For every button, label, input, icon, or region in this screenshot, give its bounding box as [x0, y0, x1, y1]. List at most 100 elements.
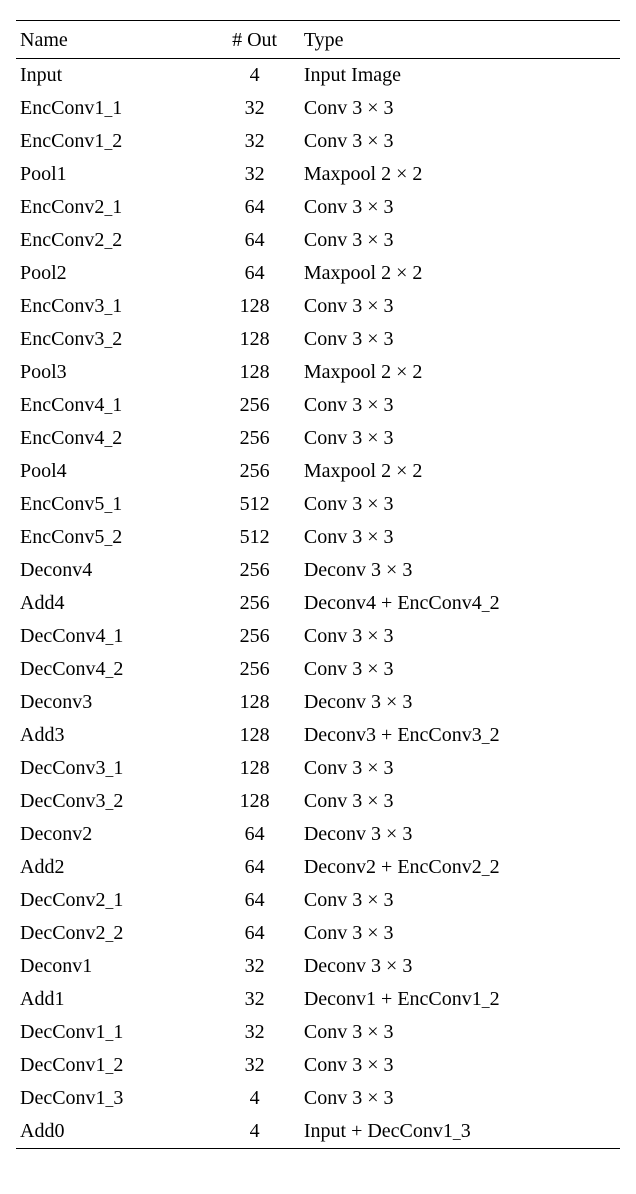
cell-out: 32 — [209, 158, 300, 191]
cell-name: DecConv4_2 — [16, 653, 209, 686]
table-container: Name # Out Type Input4Input ImageEncConv… — [16, 20, 620, 1149]
cell-type: Maxpool 2 × 2 — [300, 158, 620, 191]
table-row: EncConv2_164Conv 3 × 3 — [16, 191, 620, 224]
cell-type: Conv 3 × 3 — [300, 884, 620, 917]
cell-name: EncConv1_1 — [16, 92, 209, 125]
cell-name: DecConv2_2 — [16, 917, 209, 950]
cell-type: Deconv 3 × 3 — [300, 686, 620, 719]
cell-out: 32 — [209, 1049, 300, 1082]
cell-name: DecConv1_2 — [16, 1049, 209, 1082]
table-row: Add3128Deconv3 + EncConv3_2 — [16, 719, 620, 752]
header-type: Type — [300, 21, 620, 59]
table-row: DecConv4_2256Conv 3 × 3 — [16, 653, 620, 686]
table-row: DecConv3_1128Conv 3 × 3 — [16, 752, 620, 785]
cell-out: 256 — [209, 653, 300, 686]
cell-type: Deconv1 + EncConv1_2 — [300, 983, 620, 1016]
cell-type: Conv 3 × 3 — [300, 323, 620, 356]
cell-type: Input + DecConv1_3 — [300, 1115, 620, 1149]
cell-out: 64 — [209, 191, 300, 224]
cell-type: Input Image — [300, 59, 620, 93]
cell-name: DecConv3_2 — [16, 785, 209, 818]
cell-type: Deconv 3 × 3 — [300, 950, 620, 983]
cell-out: 128 — [209, 785, 300, 818]
cell-name: Add2 — [16, 851, 209, 884]
cell-type: Conv 3 × 3 — [300, 389, 620, 422]
cell-name: Add0 — [16, 1115, 209, 1149]
cell-name: Pool2 — [16, 257, 209, 290]
cell-type: Deconv2 + EncConv2_2 — [300, 851, 620, 884]
cell-out: 256 — [209, 455, 300, 488]
cell-name: Deconv3 — [16, 686, 209, 719]
cell-name: Pool3 — [16, 356, 209, 389]
table-row: DecConv1_132Conv 3 × 3 — [16, 1016, 620, 1049]
cell-out: 4 — [209, 1115, 300, 1149]
cell-out: 128 — [209, 356, 300, 389]
cell-name: EncConv4_2 — [16, 422, 209, 455]
cell-out: 32 — [209, 1016, 300, 1049]
cell-type: Conv 3 × 3 — [300, 488, 620, 521]
cell-name: Add3 — [16, 719, 209, 752]
cell-out: 32 — [209, 125, 300, 158]
cell-name: DecConv4_1 — [16, 620, 209, 653]
header-out: # Out — [209, 21, 300, 59]
cell-name: Deconv2 — [16, 818, 209, 851]
cell-type: Maxpool 2 × 2 — [300, 356, 620, 389]
cell-out: 64 — [209, 884, 300, 917]
table-row: EncConv1_132Conv 3 × 3 — [16, 92, 620, 125]
cell-out: 32 — [209, 983, 300, 1016]
cell-out: 256 — [209, 554, 300, 587]
cell-out: 64 — [209, 917, 300, 950]
cell-type: Deconv3 + EncConv3_2 — [300, 719, 620, 752]
cell-name: DecConv1_1 — [16, 1016, 209, 1049]
table-row: EncConv2_264Conv 3 × 3 — [16, 224, 620, 257]
cell-name: EncConv2_1 — [16, 191, 209, 224]
table-row: Add132Deconv1 + EncConv1_2 — [16, 983, 620, 1016]
table-row: DecConv4_1256Conv 3 × 3 — [16, 620, 620, 653]
cell-type: Conv 3 × 3 — [300, 92, 620, 125]
table-row: Deconv132Deconv 3 × 3 — [16, 950, 620, 983]
table-row: Add4256Deconv4 + EncConv4_2 — [16, 587, 620, 620]
cell-name: DecConv3_1 — [16, 752, 209, 785]
cell-out: 128 — [209, 752, 300, 785]
cell-type: Conv 3 × 3 — [300, 290, 620, 323]
cell-out: 256 — [209, 620, 300, 653]
table-row: Deconv264Deconv 3 × 3 — [16, 818, 620, 851]
table-row: Pool264Maxpool 2 × 2 — [16, 257, 620, 290]
table-row: Deconv3128Deconv 3 × 3 — [16, 686, 620, 719]
table-row: Pool132Maxpool 2 × 2 — [16, 158, 620, 191]
table-row: DecConv1_232Conv 3 × 3 — [16, 1049, 620, 1082]
cell-type: Deconv 3 × 3 — [300, 554, 620, 587]
cell-out: 128 — [209, 686, 300, 719]
cell-name: Add4 — [16, 587, 209, 620]
table-row: Add264Deconv2 + EncConv2_2 — [16, 851, 620, 884]
cell-name: DecConv2_1 — [16, 884, 209, 917]
cell-type: Conv 3 × 3 — [300, 785, 620, 818]
cell-out: 512 — [209, 488, 300, 521]
table-row: EncConv3_1128Conv 3 × 3 — [16, 290, 620, 323]
cell-out: 64 — [209, 224, 300, 257]
cell-out: 64 — [209, 818, 300, 851]
table-row: DecConv2_264Conv 3 × 3 — [16, 917, 620, 950]
cell-type: Conv 3 × 3 — [300, 521, 620, 554]
table-row: DecConv3_2128Conv 3 × 3 — [16, 785, 620, 818]
cell-name: Pool4 — [16, 455, 209, 488]
table-row: EncConv4_2256Conv 3 × 3 — [16, 422, 620, 455]
table-row: DecConv1_34Conv 3 × 3 — [16, 1082, 620, 1115]
cell-type: Deconv4 + EncConv4_2 — [300, 587, 620, 620]
table-row: EncConv5_1512Conv 3 × 3 — [16, 488, 620, 521]
cell-name: Deconv4 — [16, 554, 209, 587]
table-body: Input4Input ImageEncConv1_132Conv 3 × 3E… — [16, 59, 620, 1149]
cell-name: EncConv1_2 — [16, 125, 209, 158]
cell-type: Conv 3 × 3 — [300, 1016, 620, 1049]
cell-out: 256 — [209, 389, 300, 422]
cell-out: 64 — [209, 257, 300, 290]
cell-out: 128 — [209, 290, 300, 323]
cell-out: 32 — [209, 92, 300, 125]
table-row: EncConv3_2128Conv 3 × 3 — [16, 323, 620, 356]
cell-out: 4 — [209, 1082, 300, 1115]
table-row: Pool4256Maxpool 2 × 2 — [16, 455, 620, 488]
table-row: Input4Input Image — [16, 59, 620, 93]
cell-type: Conv 3 × 3 — [300, 1082, 620, 1115]
cell-name: Deconv1 — [16, 950, 209, 983]
cell-out: 256 — [209, 587, 300, 620]
